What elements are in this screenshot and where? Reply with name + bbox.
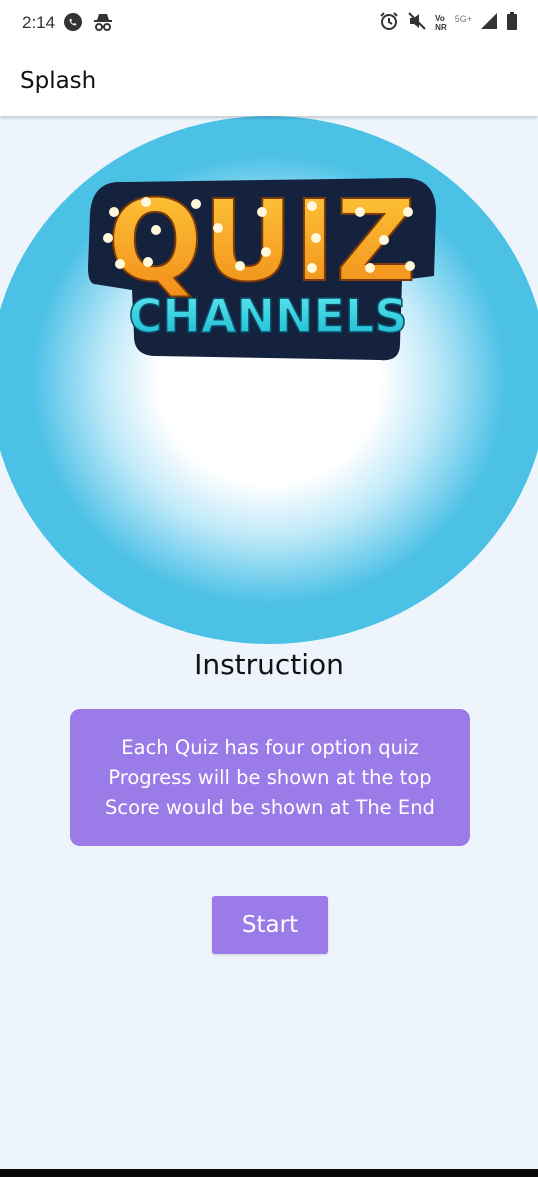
status-bar: 2:14 Vo NR 5G+ (0, 0, 538, 46)
instruction-box: Each Quiz has four option quiz Progress … (70, 709, 470, 846)
volte-icon: Vo NR (435, 14, 447, 32)
instruction-line-1: Each Quiz has four option quiz (121, 735, 419, 759)
status-time: 2:14 (22, 13, 56, 32)
app-title: Splash (20, 68, 97, 94)
alarm-icon (379, 11, 399, 35)
quiz-channels-logo: QUIZ CHANNELS (84, 172, 444, 362)
system-navigation-bar (0, 1169, 538, 1177)
logo-channels-text: CHANNELS (129, 289, 408, 343)
status-left-icons (62, 11, 114, 37)
instruction-line-3: Score would be shown at The End (105, 795, 435, 819)
network-type-label: 5G+ (454, 14, 472, 24)
start-button[interactable]: Start (212, 896, 328, 954)
instruction-line-2: Progress will be shown at the top (108, 765, 432, 789)
incognito-icon (92, 11, 114, 37)
battery-icon (506, 11, 518, 35)
mute-icon (407, 11, 427, 35)
volte-top-label: Vo (435, 14, 445, 23)
app-bar: Splash (0, 46, 538, 116)
volte-bottom-label: NR (435, 23, 447, 32)
signal-icon (480, 12, 498, 34)
status-right-icons: Vo NR 5G+ (379, 11, 518, 35)
instruction-title: Instruction (194, 648, 344, 681)
logo-quiz-text: QUIZ (107, 177, 416, 307)
whatsapp-icon (62, 11, 84, 37)
